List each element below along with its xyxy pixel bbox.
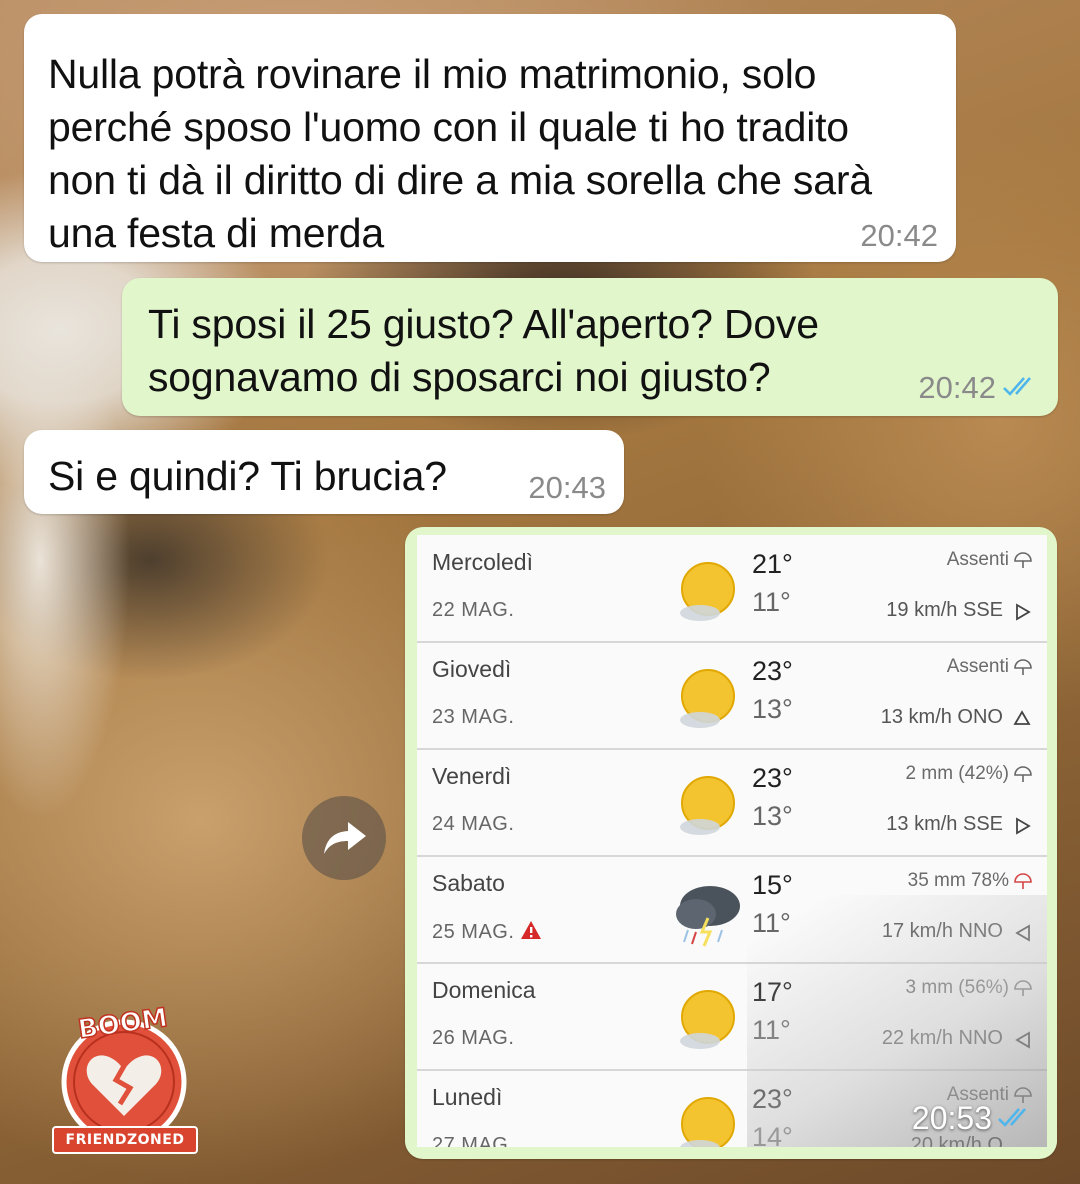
umbrella-icon (1014, 552, 1032, 568)
incoming-message-bubble[interactable]: Si e quindi? Ti brucia? 20:43 (24, 430, 624, 514)
forecast-low-temp: 14° (752, 1122, 793, 1147)
forecast-wind: 22 km/h NNO (881, 1027, 1003, 1049)
forecast-wind: 13 km/h ONO (880, 706, 1003, 728)
wind-direction-icon (1015, 924, 1030, 942)
forecast-date-text: 25 MAG. (432, 921, 515, 943)
forecast-high-temp: 23° (752, 763, 793, 793)
sunny-icon (680, 1097, 735, 1147)
message-time: 20:43 (528, 470, 606, 505)
forecast-date: 23 MAG. (432, 706, 515, 728)
umbrella-icon (1014, 1087, 1032, 1103)
forecast-day: Lunedì (432, 1084, 503, 1110)
message-time: 20:53 (911, 1100, 992, 1136)
incoming-message-bubble[interactable]: Nulla potrà rovinare il mio matrimonio, … (24, 14, 956, 262)
sunny-icon (680, 669, 735, 728)
forecast-row: Mercoledì 22 MAG. 21° 11° Assenti 19 km/… (417, 535, 1047, 643)
sunny-icon (680, 990, 735, 1049)
read-receipt-icon (1003, 377, 1031, 396)
forecast-wind: 17 km/h NNO (881, 920, 1003, 942)
forecast-day: Domenica (432, 977, 536, 1003)
forecast-day: Venerdì (432, 763, 512, 789)
forecast-precipitation: Assenti (946, 656, 1009, 677)
forecast-precipitation: Assenti (946, 549, 1009, 570)
forecast-date: 24 MAG. (432, 813, 515, 835)
weather-forecast-image: Mercoledì 22 MAG. 21° 11° Assenti 19 km/… (417, 535, 1047, 1147)
wind-direction-icon (1013, 710, 1031, 725)
forecast-wind: 13 km/h SSE (886, 813, 1003, 835)
umbrella-icon (1014, 766, 1032, 782)
forecast-date: 25 MAG. (432, 920, 542, 944)
forecast-date: 27 MAG. (432, 1134, 515, 1147)
forecast-row: Giovedì 23 MAG. 23° 13° Assenti 13 km/h … (417, 642, 1047, 750)
wind-direction-icon (1016, 817, 1031, 835)
forecast-high-temp: 15° (752, 870, 793, 900)
forecast-high-temp: 17° (752, 977, 793, 1007)
forecast-row: Sabato 25 MAG. 15° 11° 35 mm 78% 17 km/h… (417, 856, 1047, 964)
sunny-icon (680, 562, 735, 621)
forecast-row: Venerdì 24 MAG. 23° 13° 2 mm (42%) 13 km… (417, 749, 1047, 857)
message-text: Si e quindi? Ti brucia? (48, 453, 447, 499)
forecast-date: 26 MAG. (432, 1027, 515, 1049)
wind-direction-icon (1015, 1031, 1030, 1049)
forecast-low-temp: 11° (752, 1015, 791, 1045)
forecast-precipitation: 2 mm (42%) (905, 763, 1009, 784)
sunny-icon (680, 776, 735, 835)
read-receipt-icon (998, 1108, 1026, 1127)
umbrella-icon (1014, 873, 1032, 889)
warning-icon (521, 921, 542, 939)
outgoing-image-message[interactable]: Mercoledì 22 MAG. 21° 11° Assenti 19 km/… (405, 527, 1057, 1159)
message-time: 20:42 (860, 218, 938, 253)
forecast-day: Mercoledì (432, 549, 533, 575)
umbrella-icon (1014, 659, 1032, 675)
forecast-high-temp: 21° (752, 549, 793, 579)
forecast-low-temp: 11° (752, 587, 791, 617)
forecast-date: 22 MAG. (432, 599, 515, 621)
forward-button[interactable] (302, 796, 386, 880)
outgoing-message-bubble[interactable]: Ti sposi il 25 giusto? All'aperto? Dove … (122, 278, 1058, 416)
forecast-low-temp: 11° (752, 908, 791, 938)
forecast-precipitation: 3 mm (56%) (905, 977, 1009, 998)
forecast-high-temp: 23° (752, 1084, 793, 1114)
message-text: Nulla potrà rovinare il mio matrimonio, … (48, 51, 872, 256)
forward-arrow-icon (324, 822, 366, 854)
forecast-day: Sabato (432, 870, 505, 896)
message-text: Ti sposi il 25 giusto? All'aperto? Dove … (148, 301, 819, 400)
forecast-precipitation: 35 mm 78% (907, 870, 1009, 891)
friendzoned-label: FRIENDZONED (52, 1126, 198, 1154)
forecast-low-temp: 13° (752, 801, 793, 831)
wind-direction-icon (1016, 603, 1031, 621)
umbrella-icon (1014, 980, 1032, 996)
message-time: 20:42 (918, 370, 996, 405)
forecast-wind: 19 km/h SSE (886, 599, 1003, 621)
forecast-high-temp: 23° (752, 656, 793, 686)
forecast-day: Giovedì (432, 656, 512, 682)
thunderstorm-icon (676, 886, 740, 947)
forecast-row: Domenica 26 MAG. 17° 11° 3 mm (56%) 22 k… (417, 963, 1047, 1071)
forecast-low-temp: 13° (752, 694, 793, 724)
